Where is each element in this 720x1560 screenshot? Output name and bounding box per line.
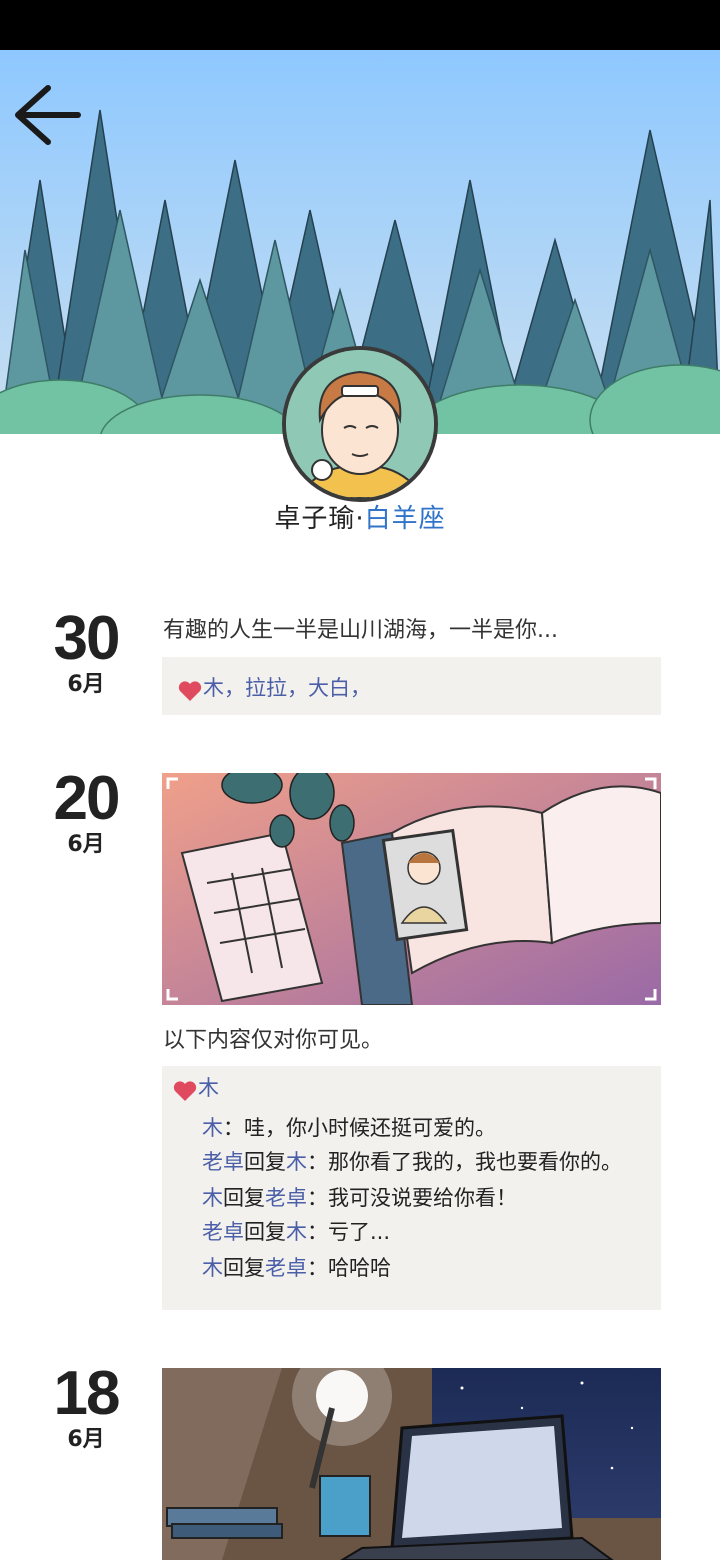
profile-name: 卓子瑜·白羊座	[0, 498, 720, 535]
likes-names[interactable]: 木	[198, 1076, 219, 1100]
comment-row[interactable]: 木回复老卓：我可没说要给你看！	[202, 1182, 517, 1212]
comment-colon: ：	[307, 1256, 328, 1280]
comment-row[interactable]: 老卓回复木：亏了...	[202, 1216, 390, 1246]
back-arrow-icon[interactable]	[12, 82, 82, 148]
post-day: 20	[53, 764, 121, 833]
zodiac-sign: 白羊座	[364, 504, 446, 534]
post-text[interactable]: 有趣的人生一半是山川湖海，一半是你...	[163, 612, 558, 644]
post-day: 30	[53, 604, 121, 673]
comment-text: 我可没说要给你看！	[328, 1186, 517, 1210]
reply-target[interactable]: 木	[286, 1220, 307, 1244]
comment-text: 亏了...	[328, 1220, 391, 1244]
post-photo[interactable]	[162, 773, 661, 1005]
post-month: 6月	[67, 832, 105, 857]
reply-target[interactable]: 老卓	[265, 1256, 307, 1280]
comment-text: 那你看了我的，我也要看你的。	[328, 1150, 622, 1174]
avatar[interactable]	[282, 346, 438, 502]
comment-author[interactable]: 老卓	[202, 1220, 244, 1244]
comment-author[interactable]: 木	[202, 1186, 223, 1210]
heart-icon	[178, 680, 202, 701]
reply-word: 回复	[244, 1220, 286, 1244]
name-separator: ·	[355, 504, 365, 534]
post-text[interactable]: 以下内容仅对你可见。	[163, 1022, 383, 1054]
post-month: 6月	[67, 672, 105, 697]
likes-row: 木，拉拉，大白，	[177, 672, 371, 702]
reply-target[interactable]: 木	[286, 1150, 307, 1174]
user-name[interactable]: 卓子瑜	[274, 504, 355, 534]
likes-row: 木	[172, 1072, 219, 1102]
post-date: 18 6月	[36, 1363, 136, 1455]
post-photo[interactable]	[162, 1368, 661, 1560]
comment-text: 哈哈哈	[328, 1256, 391, 1280]
post-date: 30 6月	[36, 608, 136, 700]
likes-names[interactable]: 木，拉拉，大白，	[203, 676, 371, 700]
comment-row[interactable]: 木：哇，你小时候还挺可爱的。	[202, 1112, 496, 1142]
status-bar	[0, 0, 720, 50]
post-month: 6月	[67, 1427, 105, 1452]
comment-author[interactable]: 木	[202, 1116, 223, 1140]
reply-word: 回复	[223, 1186, 265, 1210]
comment-colon: ：	[307, 1186, 328, 1210]
post-date: 20 6月	[36, 768, 136, 860]
likes-comments-panel: 木 木：哇，你小时候还挺可爱的。 老卓回复木：那你看了我的，我也要看你的。 木回…	[162, 1066, 661, 1310]
reply-word: 回复	[223, 1256, 265, 1280]
likes-panel: 木，拉拉，大白，	[162, 657, 661, 715]
comment-row[interactable]: 老卓回复木：那你看了我的，我也要看你的。	[202, 1146, 622, 1176]
comment-colon: ：	[223, 1116, 244, 1140]
post-day: 18	[53, 1359, 121, 1428]
reply-word: 回复	[244, 1150, 286, 1174]
heart-icon	[173, 1080, 197, 1101]
comment-text: 哇，你小时候还挺可爱的。	[244, 1116, 496, 1140]
comment-colon: ：	[307, 1150, 328, 1174]
comment-author[interactable]: 木	[202, 1256, 223, 1280]
comment-row[interactable]: 木回复老卓：哈哈哈	[202, 1252, 391, 1282]
comment-author[interactable]: 老卓	[202, 1150, 244, 1174]
reply-target[interactable]: 老卓	[265, 1186, 307, 1210]
comment-colon: ：	[307, 1220, 328, 1244]
